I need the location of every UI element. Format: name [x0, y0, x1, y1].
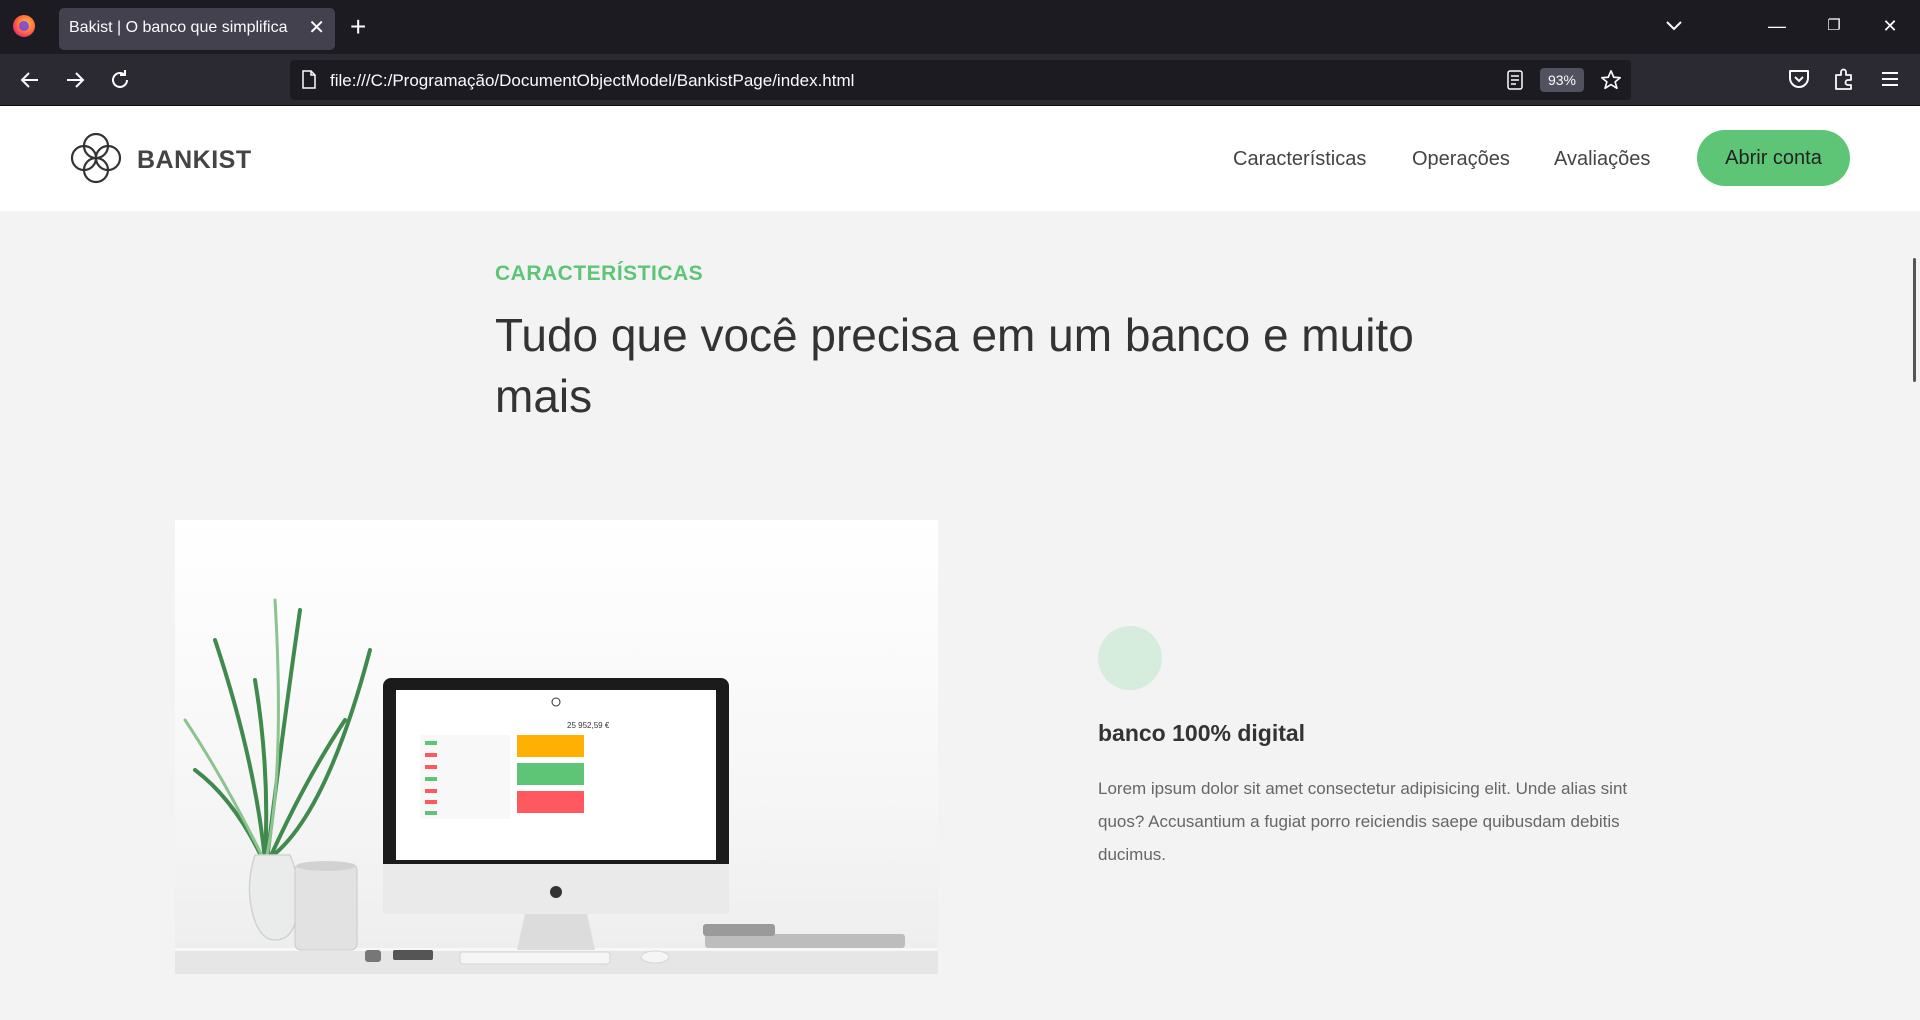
- bankist-logo-icon[interactable]: [69, 131, 123, 185]
- feature-text: Lorem ipsum dolor sit amet consectetur a…: [1098, 779, 1628, 864]
- extensions-icon[interactable]: [1831, 66, 1857, 92]
- close-tab-icon[interactable]: ✕: [308, 16, 325, 40]
- new-tab-button[interactable]: +: [350, 12, 366, 42]
- browser-tab-bar: Bakist | O banco que simplifica ✕ + — ❐ …: [0, 0, 1920, 54]
- nav-link-features[interactable]: Características: [1233, 148, 1366, 171]
- menu-icon[interactable]: [1877, 66, 1903, 92]
- browser-nav-bar: file:///C:/Programação/DocumentObjectMod…: [0, 54, 1920, 106]
- nav-link-operations[interactable]: Operações: [1412, 148, 1510, 171]
- scrollbar-thumb[interactable]: [1913, 258, 1916, 382]
- minimize-button[interactable]: —: [1765, 14, 1789, 38]
- feature-circle-icon: [1098, 626, 1162, 690]
- zoom-level-badge[interactable]: 93%: [1540, 68, 1584, 92]
- desk-illustration: 25 952,59 €: [175, 598, 938, 974]
- tab-title: Bakist | O banco que simplifica: [69, 19, 288, 36]
- pocket-icon[interactable]: [1786, 66, 1812, 92]
- feature-image: 25 952,59 €: [175, 520, 938, 974]
- logo-text[interactable]: BANKIST: [137, 146, 252, 175]
- url-text[interactable]: file:///C:/Programação/DocumentObjectMod…: [330, 71, 854, 91]
- nav-link-reviews[interactable]: Avaliações: [1554, 148, 1650, 171]
- page-icon: [302, 70, 316, 89]
- reload-icon[interactable]: [106, 66, 134, 94]
- reader-view-icon[interactable]: [1506, 70, 1524, 90]
- restore-button[interactable]: ❐: [1822, 14, 1846, 38]
- section-title: Tudo que você precisa em um banco e muit…: [495, 309, 1414, 422]
- site-header: BANKIST Características Operações Avalia…: [0, 106, 1920, 211]
- back-arrow-icon[interactable]: [16, 66, 44, 94]
- screen-balance: 25 952,59 €: [567, 721, 610, 730]
- url-bar[interactable]: file:///C:/Programação/DocumentObjectMod…: [290, 60, 1631, 100]
- section-label: CARACTERÍSTICAS: [495, 262, 704, 285]
- chevron-down-icon[interactable]: [1664, 16, 1684, 36]
- forward-arrow-icon[interactable]: [61, 66, 89, 94]
- bookmark-star-icon[interactable]: [1600, 69, 1622, 91]
- feature-title: banco 100% digital: [1098, 720, 1306, 746]
- open-account-button[interactable]: Abrir conta: [1697, 130, 1850, 186]
- firefox-icon[interactable]: [13, 15, 35, 37]
- window-close-button[interactable]: ✕: [1878, 14, 1902, 38]
- browser-tab[interactable]: Bakist | O banco que simplifica ✕: [59, 8, 335, 50]
